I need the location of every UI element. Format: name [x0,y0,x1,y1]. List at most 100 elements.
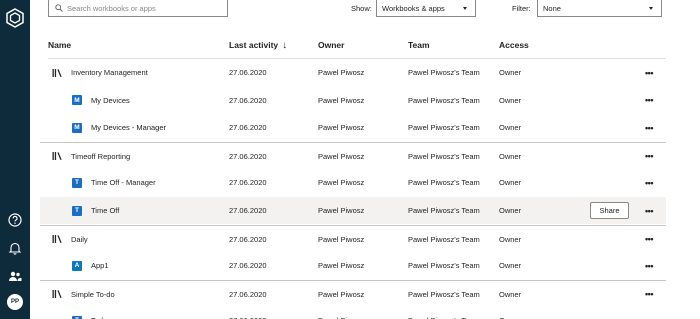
column-header-access[interactable]: Access [499,40,529,50]
app-row[interactable]: T Time Off 27.06.2020 Pawel Piwosz Pawel Piw… [40,197,666,224]
row-team: Pawel Piwosz's Team [408,178,480,188]
app-badge-icon: M [72,122,82,133]
filter-select-value: None [543,3,561,13]
row-owner: Pawel Piwosz [318,261,365,271]
row-team: Pawel Piwosz's Team [408,234,480,244]
row-name[interactable]: Simple To-do [52,281,115,308]
more-options-icon[interactable]: ••• [641,197,657,224]
chevron-down-icon [649,7,653,10]
share-button[interactable]: Share [590,202,629,219]
app-row[interactable]: T Time Off - Manager 27.06.2020 Pawel Piwos… [40,169,666,196]
row-team: Pawel Piwosz's Team [408,123,480,133]
row-name[interactable]: Inventory Management [52,59,148,86]
people-icon[interactable] [7,268,23,284]
search-input[interactable] [67,3,217,13]
row-name[interactable]: M My Devices [72,87,130,114]
row-access: Owner [499,178,522,188]
row-access: Owner [499,206,522,215]
row-owner: Pawel Piwosz [318,178,365,188]
column-header-team[interactable]: Team [408,40,430,50]
app-badge-icon: T [72,205,82,216]
more-options-icon[interactable]: ••• [641,281,657,308]
left-rail: PP [0,0,30,319]
more-options-icon[interactable]: ••• [641,114,657,141]
row-name-label: My Devices [91,95,130,105]
row-last-activity: 27.06.2020 [229,206,267,215]
row-access: Owner [499,95,522,105]
column-header-last-activity[interactable]: Last activity ↓ [229,40,287,51]
show-label: Show: [351,4,372,13]
row-owner: Pawel Piwosz [318,307,364,319]
app-row[interactable]: A App1 27.06.2020 Pawel Piwosz Pawel Piwosz'… [40,252,666,279]
row-name[interactable]: A App1 [72,252,109,279]
app-logo-icon[interactable] [5,8,25,28]
more-options-icon[interactable]: ••• [641,59,657,86]
workbook-row[interactable]: Inventory Management 27.06.2020 Pawel Piwo… [40,59,666,86]
row-name-label: My Devices - Manager [91,123,167,133]
workbook-row[interactable]: Daily 27.06.2020 Pawel Piwosz Pawel Piwosz'… [40,224,666,253]
row-team: Pawel Piwosz's Team [408,261,480,271]
app-badge-icon: A [72,260,82,271]
row-name-label: Time Off - Manager [91,178,156,188]
row-access: Owner [499,151,522,161]
workbook-library-icon [52,152,62,161]
app-badge-icon: M [72,95,82,106]
workbook-library-icon [52,235,62,244]
filter-select[interactable]: None [537,0,662,17]
row-name-label: Daily [71,234,88,244]
row-name-label: Simple To-do [71,289,115,299]
workbook-library-icon [52,68,62,77]
row-name[interactable]: T Time Off - Manager [72,169,156,196]
app-row[interactable]: M My Devices - Manager 27.06.2020 Pawel Piw… [40,114,666,141]
search-icon [55,4,63,12]
row-last-activity: 27.06.2020 [229,178,267,188]
show-select-value: Workbooks & apps [382,3,445,13]
more-options-icon[interactable]: ••• [641,226,657,253]
row-last-activity: 27.06.2020 [229,234,267,244]
show-select[interactable]: Workbooks & apps [376,0,476,17]
row-access: Owner [499,261,522,271]
row-team: Pawel Piwosz's Team [408,206,480,215]
more-options-icon[interactable]: ••• [641,87,657,114]
avatar[interactable]: PP [7,294,23,310]
app-row[interactable]: M My Devices 27.06.2020 Pawel Piwosz Pawel P… [40,87,666,114]
bell-icon[interactable] [7,240,23,256]
row-owner: Pawel Piwosz [318,234,365,244]
search-box[interactable] [48,0,228,17]
more-options-icon[interactable]: ••• [641,169,657,196]
row-name[interactable]: Daily [52,226,88,253]
more-options-icon[interactable]: ••• [641,252,657,279]
row-access: Owner [499,68,522,77]
row-last-activity: 27.06.2020 [229,261,267,271]
row-name[interactable]: Timeoff Reporting [52,143,130,170]
workbook-library-icon [52,290,62,299]
row-name-label: Timeoff Reporting [71,151,131,161]
more-options-icon[interactable]: ••• [641,143,657,170]
row-team: Pawel Piwosz's Team [408,307,480,319]
chevron-down-icon [463,7,467,10]
row-access: Owner [499,123,522,133]
row-last-activity: 27.06.2020 [229,123,267,133]
row-owner: Pawel Piwosz [318,289,365,299]
row-name[interactable]: T Time Off [72,197,119,224]
row-last-activity: 27.06.2020 [229,68,267,77]
workbook-row[interactable]: Simple To-do 27.06.2020 Pawel Piwosz Pawel … [40,279,666,308]
column-header-owner[interactable]: Owner [318,40,344,50]
column-header-name[interactable]: Name [48,40,71,50]
workbook-row[interactable]: Timeoff Reporting 27.06.2020 Pawel Piwosz P… [40,141,666,170]
row-name-label: Time Off [91,206,120,215]
row-last-activity: 27.06.2020 [229,307,267,319]
row-access: Owner [499,307,521,319]
help-icon[interactable] [7,212,23,228]
sort-descending-icon: ↓ [282,40,288,51]
row-name[interactable]: M My Devices - Manager [72,114,166,141]
row-last-activity: 27.06.2020 [229,95,267,105]
row-team: Pawel Piwosz's Team [408,289,480,299]
app-badge-icon: T [72,177,82,188]
row-owner: Pawel Piwosz [318,123,365,133]
app-row[interactable]: TTodo 27.06.2020 Pawel Piwosz Pawel Piwosz'… [40,307,666,319]
row-owner: Pawel Piwosz [318,206,365,215]
row-name[interactable]: TTodo [72,307,107,319]
row-owner: Pawel Piwosz [318,68,365,77]
column-header-last-activity-label: Last activity [229,40,279,50]
